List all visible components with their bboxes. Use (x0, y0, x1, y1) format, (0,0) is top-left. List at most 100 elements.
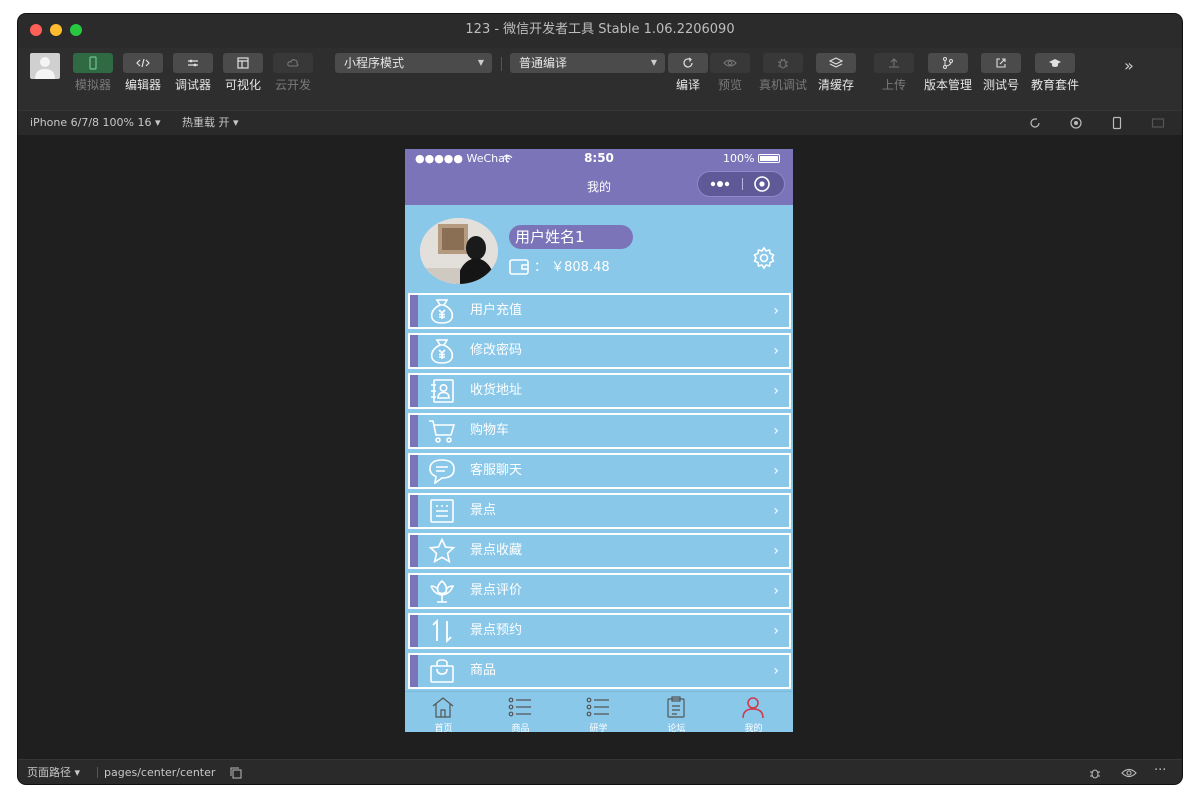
capsule-divider (742, 178, 743, 190)
bug-icon[interactable] (1088, 766, 1102, 780)
rotate-icon[interactable] (1028, 116, 1042, 130)
sort-icon (432, 618, 452, 644)
menu-item-change-password[interactable]: 修改密码 › (408, 333, 791, 369)
layout-icon (237, 57, 249, 69)
tab-home[interactable]: 首页 (405, 692, 482, 732)
version-button[interactable]: 版本管理 (923, 53, 973, 103)
menu-item-cart[interactable]: 购物车 › (408, 413, 791, 449)
phone-icon (89, 56, 97, 70)
tab-forum[interactable]: 论坛 (638, 692, 715, 732)
menu-item-address[interactable]: 收货地址 › (408, 373, 791, 409)
window-title: 123 - 微信开发者工具 Stable 1.06.2206090 (465, 22, 735, 37)
tab-products[interactable]: 商品 (482, 692, 559, 732)
eye-icon[interactable] (1121, 766, 1137, 780)
graduation-cap-icon (1049, 59, 1061, 67)
device-select[interactable]: iPhone 6/7/8 100% 16 ▾ (30, 111, 161, 135)
user-avatar[interactable] (30, 53, 60, 79)
flower-icon (430, 579, 455, 603)
chevron-right-icon: › (773, 663, 779, 679)
toolbar-divider (501, 57, 502, 71)
bag-icon (430, 659, 454, 683)
window-icon[interactable] (1151, 116, 1165, 130)
chevron-right-icon: › (773, 543, 779, 559)
test-account-button[interactable]: 测试号 (976, 53, 1026, 103)
simulator-canvas: ●●●●● WeChat 8:50 100% 我的 用户姓名1 ： ￥808.4… (18, 135, 1182, 759)
menu-item-scenic-favorites[interactable]: 景点收藏 › (408, 533, 791, 569)
upload-icon (889, 58, 899, 68)
clear-cache-button[interactable]: 清缓存 (811, 53, 861, 103)
layers-icon (829, 57, 843, 68)
menu-item-chat[interactable]: 客服聊天 › (408, 453, 791, 489)
status-divider (97, 767, 98, 778)
compile-select[interactable]: 普通编译 ▼ (510, 53, 665, 73)
more-chevron-icon[interactable]: » (1124, 56, 1134, 75)
cloud-button[interactable]: 云开发 (268, 53, 318, 103)
person-icon (742, 697, 764, 718)
bug-icon (778, 58, 788, 69)
code-icon (136, 58, 150, 68)
settings-gear-icon[interactable] (752, 246, 776, 270)
sliders-icon (188, 59, 198, 67)
tab-study[interactable]: 研学 (560, 692, 637, 732)
more-ellipsis-icon[interactable]: ··· (1154, 763, 1166, 778)
username-pill: 用户姓名1 (509, 225, 633, 249)
balance-amount: ： ￥808.48 (534, 260, 610, 275)
menu-item-accent (410, 575, 418, 607)
mode-select[interactable]: 小程序模式 ▼ (335, 53, 492, 73)
tab-bar: 首页 商品 研学 论坛 我的 (405, 691, 793, 732)
caret-down-icon: ▼ (650, 58, 657, 67)
page-path-select[interactable]: 页面路径 ▾ (27, 760, 80, 784)
chevron-right-icon: › (773, 463, 779, 479)
user-silhouette-icon (35, 57, 55, 79)
phone-screen: ●●●●● WeChat 8:50 100% 我的 用户姓名1 ： ￥808.4… (405, 149, 793, 732)
record-icon[interactable] (1069, 116, 1083, 130)
chevron-right-icon: › (773, 503, 779, 519)
preview-button[interactable]: 预览 (705, 53, 755, 103)
more-dots-icon[interactable] (708, 172, 738, 196)
menu-item-accent (410, 655, 418, 687)
menu-item-recharge[interactable]: 用户充值 › (408, 293, 791, 329)
list-icon (508, 697, 531, 717)
title-bar: 123 - 微信开发者工具 Stable 1.06.2206090 (18, 14, 1182, 48)
menu-item-scenic[interactable]: 景点 › (408, 493, 791, 529)
toolbar: 模拟器 编辑器 调试器 可视化 云开发 小程序模式 ▼ 普通编译 ▼ 编译 预览… (18, 48, 1182, 110)
menu-item-accent (410, 615, 418, 647)
cart-icon (429, 420, 456, 443)
battery-percent: 100% (723, 152, 755, 165)
menu-item-products[interactable]: 商品 › (408, 653, 791, 689)
menu-item-accent (410, 415, 418, 447)
money-bag-icon (430, 339, 454, 364)
avatar[interactable] (420, 218, 498, 284)
external-link-icon (996, 58, 1006, 68)
menu-item-scenic-reviews[interactable]: 景点评价 › (408, 573, 791, 609)
menu-item-accent (410, 335, 418, 367)
upload-button[interactable]: 上传 (869, 53, 919, 103)
profile-header: 用户姓名1 ： ￥808.48 (405, 205, 793, 293)
menu-item-accent (410, 535, 418, 567)
mini-program-capsule (697, 171, 785, 197)
remote-debug-button[interactable]: 真机调试 (758, 53, 808, 103)
menu-item-accent (410, 495, 418, 527)
list-icon (586, 697, 609, 717)
menu-item-scenic-booking[interactable]: 景点预约 › (408, 613, 791, 649)
refresh-icon (683, 57, 693, 68)
close-target-icon[interactable] (753, 175, 771, 193)
chevron-right-icon: › (773, 583, 779, 599)
money-bag-icon (430, 299, 454, 324)
hot-reload-select[interactable]: 热重载 开 ▾ (182, 111, 239, 135)
caret-down-icon: ▼ (477, 58, 484, 67)
page-path: pages/center/center (104, 766, 216, 779)
phone-outline-icon[interactable] (1110, 116, 1124, 130)
cloud-icon (287, 59, 299, 67)
chat-icon (429, 459, 455, 484)
chevron-right-icon: › (773, 623, 779, 639)
menu-item-accent (410, 455, 418, 487)
copy-icon[interactable] (230, 767, 242, 779)
chevron-right-icon: › (773, 343, 779, 359)
tab-me[interactable]: 我的 (715, 692, 792, 732)
clipboard-icon (667, 696, 685, 718)
chevron-right-icon: › (773, 383, 779, 399)
edu-button[interactable]: 教育套件 (1030, 53, 1080, 103)
branch-icon (943, 57, 953, 69)
eye-icon (723, 59, 737, 67)
